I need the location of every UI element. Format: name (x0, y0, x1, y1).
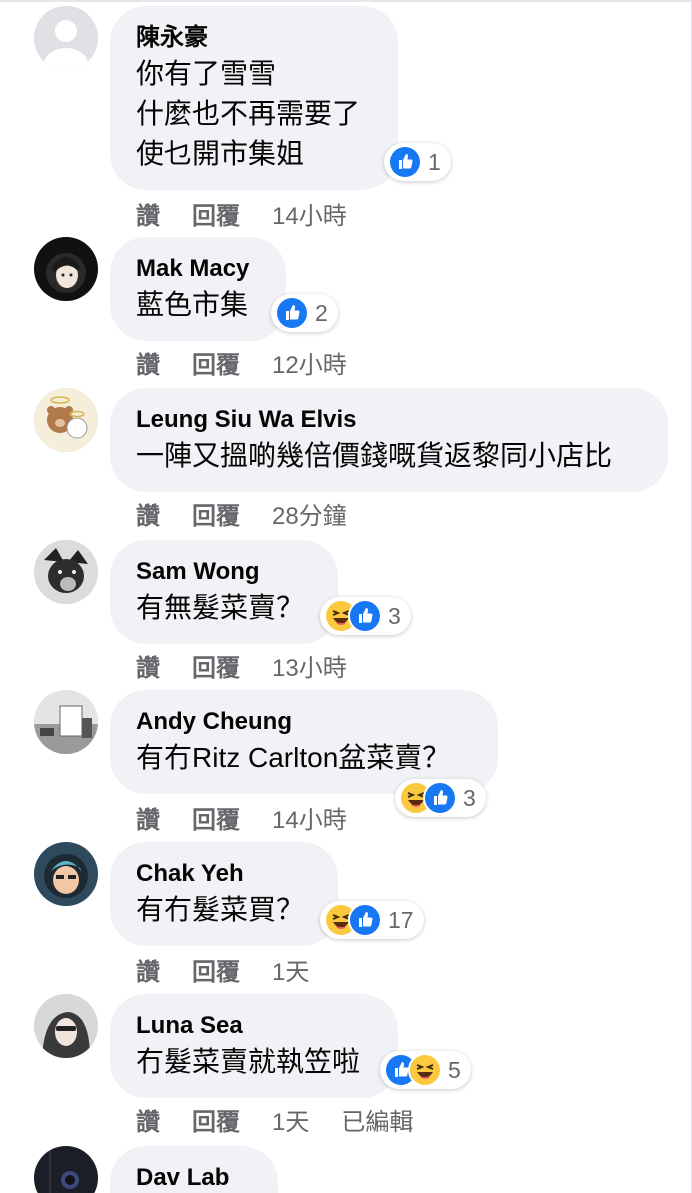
like-reaction-icon (348, 599, 382, 633)
comment-text: 有無髮菜賣？ (136, 592, 305, 623)
like-reaction-icon (348, 903, 382, 937)
reply-link[interactable]: 回覆 (192, 800, 240, 835)
comment-actions: 讚 回覆 1天 (136, 952, 341, 987)
comment-text: 有冇髮菜買？ (136, 894, 305, 925)
avatar-mak-macy[interactable] (34, 237, 98, 301)
avatar-luna[interactable] (34, 994, 98, 1058)
timestamp[interactable]: 14小時 (272, 196, 347, 231)
comment-bubble: Leung Siu Wa Elvis 一陣又搵啲幾倍價錢嘅貨返黎同小店比 (110, 388, 668, 492)
like-link[interactable]: 讚 (136, 196, 160, 231)
comment-item: Sam Wong 有無髮菜賣？ 3 讚 回覆 13小時 (0, 540, 692, 683)
commenter-name[interactable]: 陳永豪 (136, 22, 372, 54)
top-divider (0, 0, 692, 2)
edited-label[interactable]: 已編輯 (341, 1102, 413, 1137)
reply-link[interactable]: 回覆 (192, 1102, 240, 1137)
reaction-summary[interactable]: 17 (320, 901, 424, 939)
avatar-bears[interactable] (34, 388, 98, 452)
reaction-summary[interactable]: 3 (395, 779, 486, 817)
comment-text: 一陣又搵啲幾倍價錢嘅貨返黎同小店比 (136, 440, 613, 471)
like-reaction-icon (388, 145, 422, 179)
avatar-dav-lab[interactable] (34, 1146, 98, 1193)
commenter-name[interactable]: Sam Wong (136, 556, 312, 588)
reaction-count: 1 (428, 148, 441, 175)
comment-item: Andy Cheung 有冇Ritz Carlton盆菜賣？ 3 讚 回覆 14… (0, 690, 692, 834)
comment-item: Luna Sea 冇髮菜賣就執笠啦 5 讚 回覆 1天 已編輯 (0, 994, 692, 1137)
reply-link[interactable]: 回覆 (192, 345, 240, 380)
reaction-summary[interactable]: 1 (384, 143, 451, 181)
commenter-name[interactable]: Luna Sea (136, 1010, 372, 1042)
timestamp[interactable]: 1天 (272, 1102, 309, 1137)
commenter-name[interactable]: Mak Macy (136, 253, 260, 285)
timestamp[interactable]: 1天 (272, 952, 309, 987)
like-reaction-icon (275, 296, 309, 330)
avatar-room[interactable] (34, 690, 98, 754)
comment-actions: 讚 回覆 13小時 (136, 648, 379, 683)
comment-actions: 讚 回覆 1天 已編輯 (136, 1102, 413, 1137)
comment-item: Leung Siu Wa Elvis 一陣又搵啲幾倍價錢嘅貨返黎同小店比 讚 回… (0, 388, 692, 531)
comment-text: 冇髮菜賣就執笠啦 (136, 1046, 361, 1077)
commenter-name[interactable]: Chak Yeh (136, 858, 312, 890)
reply-link[interactable]: 回覆 (192, 196, 240, 231)
comment-item: Mak Macy 藍色市集 2 讚 回覆 12小時 (0, 237, 692, 380)
like-link[interactable]: 讚 (136, 1102, 160, 1137)
avatar-dog[interactable] (34, 540, 98, 604)
reaction-count: 5 (448, 1056, 461, 1083)
comment-item: Chak Yeh 有冇髮菜買？ 17 讚 回覆 1天 (0, 842, 692, 986)
like-link[interactable]: 讚 (136, 800, 160, 835)
reaction-count: 3 (463, 784, 476, 811)
comment-text: 藍色市集 (136, 289, 249, 320)
reaction-summary[interactable]: 2 (271, 294, 338, 332)
reaction-summary[interactable]: 3 (320, 597, 411, 635)
comment-actions: 讚 回覆 28分鐘 (136, 496, 379, 531)
comment-bubble: Luna Sea 冇髮菜賣就執笠啦 (110, 994, 398, 1098)
timestamp[interactable]: 12小時 (272, 345, 347, 380)
like-reaction-icon (423, 781, 457, 815)
comment-actions: 讚 回覆 14小時 (136, 196, 379, 231)
commenter-name[interactable]: Leung Siu Wa Elvis (136, 404, 642, 436)
reaction-count: 3 (388, 602, 401, 629)
reaction-summary[interactable]: 5 (380, 1051, 471, 1089)
comment-item: 陳永豪 你有了雪雪 什麼也不再需要了 使乜開市集姐 1 讚 回覆 14小時 (0, 6, 692, 230)
avatar-default[interactable] (34, 6, 98, 70)
commenter-name[interactable]: Andy Cheung (136, 706, 472, 738)
timestamp[interactable]: 13小時 (272, 648, 347, 683)
comment-bubble: Dav Lab (110, 1146, 278, 1193)
comment-bubble: Chak Yeh 有冇髮菜買？ (110, 842, 338, 946)
avatar-cartoon[interactable] (34, 842, 98, 906)
reaction-count: 17 (388, 906, 414, 933)
reply-link[interactable]: 回覆 (192, 496, 240, 531)
comment-item: Dav Lab (0, 1146, 692, 1193)
comment-text: 有冇Ritz Carlton盆菜賣？ (136, 742, 451, 773)
reaction-count: 2 (315, 299, 328, 326)
comment-actions: 讚 回覆 14小時 (136, 800, 379, 835)
timestamp[interactable]: 28分鐘 (272, 496, 347, 531)
like-link[interactable]: 讚 (136, 345, 160, 380)
haha-reaction-icon (408, 1053, 442, 1087)
reply-link[interactable]: 回覆 (192, 648, 240, 683)
like-link[interactable]: 讚 (136, 648, 160, 683)
comment-bubble: Sam Wong 有無髮菜賣？ (110, 540, 338, 644)
timestamp[interactable]: 14小時 (272, 800, 347, 835)
comment-bubble: Mak Macy 藍色市集 (110, 237, 286, 341)
like-link[interactable]: 讚 (136, 496, 160, 531)
commenter-name[interactable]: Dav Lab (136, 1162, 252, 1193)
reply-link[interactable]: 回覆 (192, 952, 240, 987)
comment-bubble: 陳永豪 你有了雪雪 什麼也不再需要了 使乜開市集姐 (110, 6, 398, 190)
like-link[interactable]: 讚 (136, 952, 160, 987)
comment-actions: 讚 回覆 12小時 (136, 345, 379, 380)
comment-text: 你有了雪雪 什麼也不再需要了 使乜開市集姐 (136, 58, 361, 169)
